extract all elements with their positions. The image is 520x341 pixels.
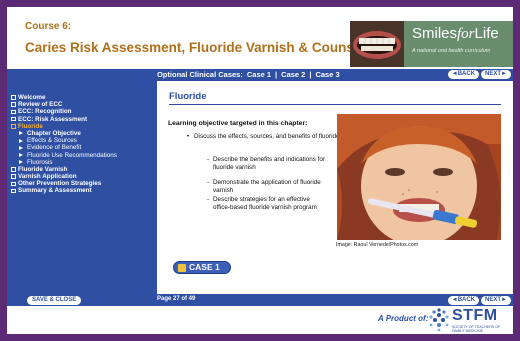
sidebar-subitem-evidence-of-benefit[interactable]: Evidence of Benefit: [7, 144, 157, 151]
folder-icon: [178, 264, 186, 272]
sidebar-item-fluoride[interactable]: Fluoride: [7, 123, 157, 130]
sidebar-item-fluoride-varnish[interactable]: Fluoride Varnish: [7, 166, 157, 173]
case-3-link[interactable]: Case 3: [315, 70, 339, 79]
checkbox-icon: [11, 102, 16, 107]
next-button[interactable]: NEXT►: [481, 70, 511, 79]
sidebar-subitem-fluorosis[interactable]: Fluorosis: [7, 159, 157, 166]
separator: |: [275, 70, 278, 79]
next-button[interactable]: NEXT►: [481, 295, 511, 305]
separator: |: [309, 70, 312, 79]
sidebar-item-ecc-risk-assessment[interactable]: ECC: Risk Assessment: [7, 116, 157, 123]
case-1-button[interactable]: CASE 1: [173, 261, 231, 274]
objective-bullet: Discuss the effects, sources, and benefi…: [187, 133, 347, 141]
checkbox-icon: [11, 124, 16, 129]
top-nav-buttons: ◄BACK NEXT►: [447, 70, 511, 79]
sidebar-item-summary-assessment[interactable]: Summary & Assessment: [7, 187, 157, 194]
triangle-icon: [19, 145, 23, 150]
objective-sub-bullet: Describe the benefits and indications fo…: [207, 156, 327, 172]
stfm-name: STFM: [452, 307, 498, 324]
case-1-link[interactable]: Case 1: [247, 70, 271, 79]
stfm-subtitle: SOCIETY OF TEACHERS OF FAMILY MEDICINE: [452, 325, 501, 333]
optional-cases: Optional Clinical Cases: Case 1 | Case 2…: [157, 70, 340, 79]
course-header: Course 6: Caries Risk Assessment, Fluori…: [7, 7, 513, 69]
sidebar-subitem-fluoride-use-recommendations[interactable]: Fluoride Use Recommendations: [7, 152, 157, 159]
checkbox-icon: [11, 116, 16, 122]
brand-name: SmilesforLife: [412, 25, 499, 42]
stfm-logo: STFM SOCIETY OF TEACHERS OF FAMILY MEDICI…: [427, 307, 513, 333]
brand-box: SmilesforLife A national oral health cur…: [404, 21, 513, 67]
triangle-icon: [19, 131, 23, 136]
smile-photo: [350, 21, 404, 67]
bottom-nav-buttons: ◄BACK NEXT►: [447, 295, 511, 305]
course-number: Course 6:: [25, 21, 72, 32]
optional-cases-label: Optional Clinical Cases:: [157, 70, 243, 79]
sidebar-subitem-effects-sources[interactable]: Effects & Sources: [7, 137, 157, 144]
checkbox-icon: [11, 109, 16, 115]
triangle-icon: [19, 138, 23, 143]
bottom-nav-bar: SAVE & CLOSE Page 27 of 49 ◄BACK NEXT►: [7, 294, 513, 306]
objective-sub-bullet: Demonstrate the application of fluoride …: [207, 179, 327, 195]
main-content: Fluoride Learning objective targeted in …: [157, 81, 513, 294]
checkbox-icon: [11, 174, 16, 179]
stfm-dots-icon: [429, 308, 449, 332]
sidebar-item-ecc-recognition[interactable]: ECC: Recognition: [7, 108, 157, 115]
sidebar-subitem-chapter-objective[interactable]: Chapter Objective: [7, 130, 157, 137]
checkbox-icon: [11, 181, 16, 187]
checkbox-icon: [11, 95, 16, 100]
brand-tagline: A national oral health curriculum: [412, 48, 491, 54]
checkbox-icon: [11, 188, 16, 194]
checkbox-icon: [11, 167, 16, 172]
sidebar-item-varnish-application[interactable]: Varnish Application: [7, 173, 157, 180]
top-nav-bar: Optional Clinical Cases: Case 1 | Case 2…: [7, 69, 513, 81]
course-title: Caries Risk Assessment, Fluoride Varnish…: [25, 40, 386, 55]
sidebar-item-review-of-ecc[interactable]: Review of ECC: [7, 101, 157, 108]
sidebar-item-other-prevention[interactable]: Other Prevention Strategies: [7, 180, 157, 187]
smiles-for-life-logo: SmilesforLife A national oral health cur…: [350, 21, 513, 67]
objective-sub-bullet: Describe strategies for an effective off…: [207, 196, 327, 212]
back-button[interactable]: ◄BACK: [447, 295, 480, 305]
title-divider: [169, 104, 501, 105]
back-button[interactable]: ◄BACK: [447, 70, 480, 79]
case-2-link[interactable]: Case 2: [281, 70, 305, 79]
child-brushing-photo: [337, 114, 501, 240]
footer: A Product of: STFM SOCIETY OF TEACHERS O…: [7, 306, 513, 334]
page-title: Fluoride: [169, 91, 207, 102]
page-counter: Page 27 of 49: [157, 296, 196, 302]
photo-caption: Image: Raoul Vernede/Photos.com: [336, 242, 419, 248]
course-window: Course 6: Caries Risk Assessment, Fluori…: [7, 7, 513, 334]
save-close-button[interactable]: SAVE & CLOSE: [27, 295, 82, 305]
sidebar-item-welcome[interactable]: Welcome: [7, 94, 157, 101]
product-of-label: A Product of:: [378, 314, 429, 323]
chapter-sidebar: Welcome Review of ECC ECC: Recognition E…: [7, 81, 157, 294]
objective-heading: Learning objective targeted in this chap…: [168, 120, 308, 127]
triangle-icon: [19, 160, 23, 165]
triangle-icon: [19, 153, 23, 157]
